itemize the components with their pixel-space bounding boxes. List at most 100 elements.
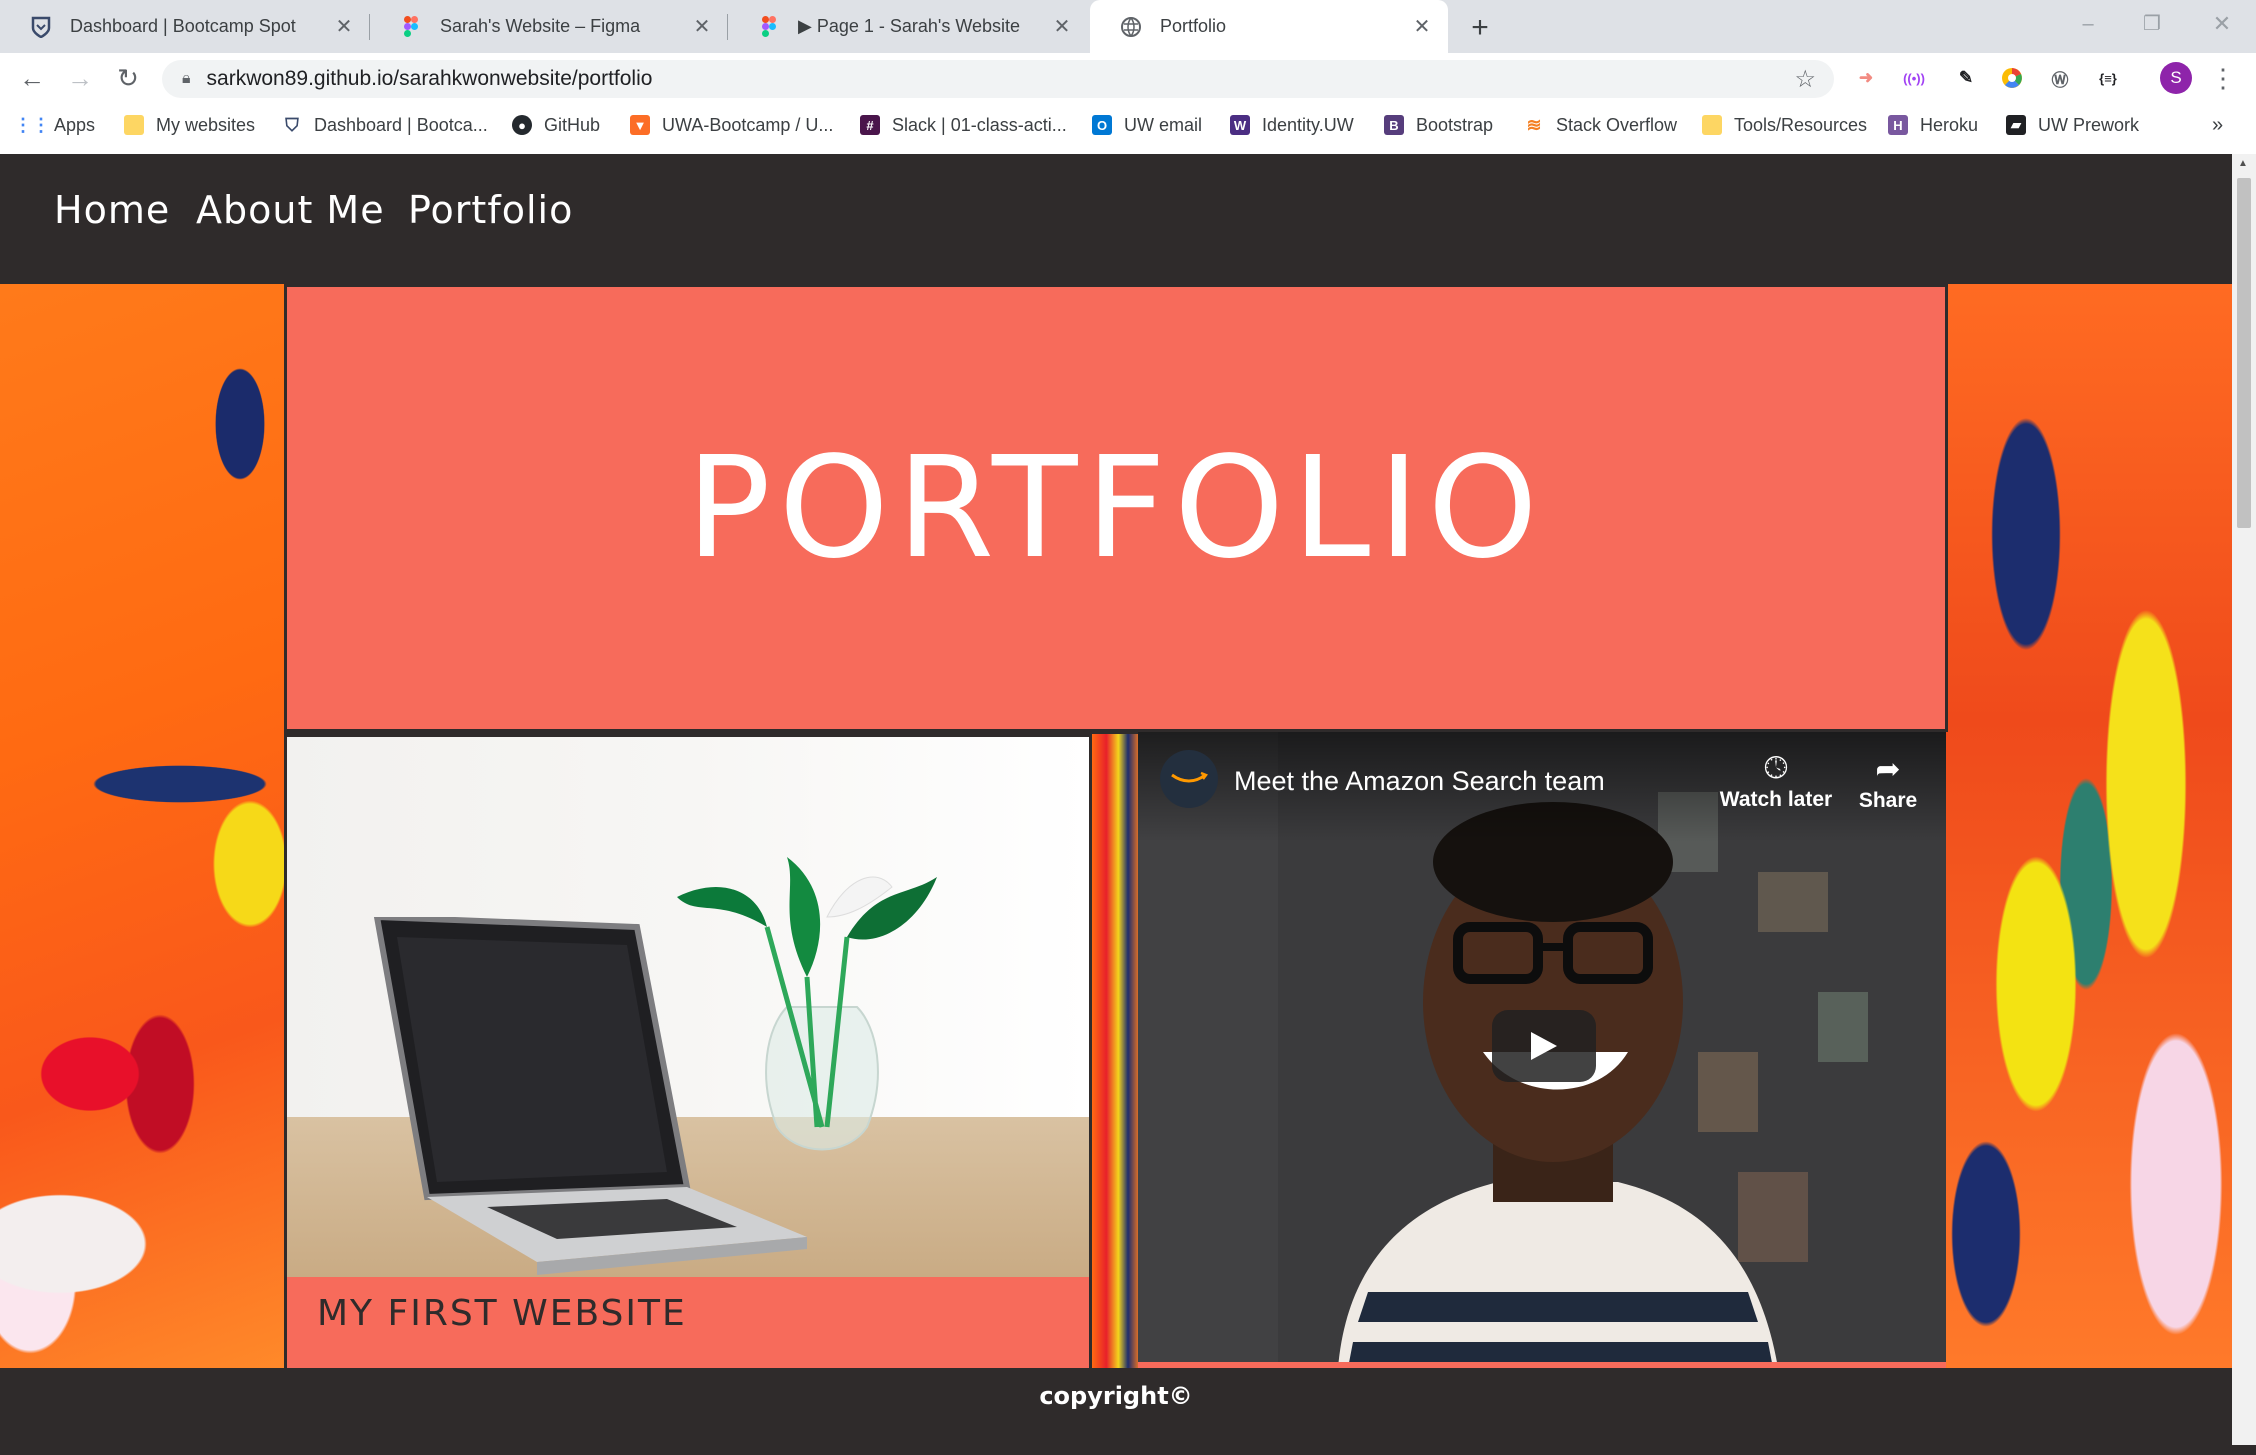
bookmark-label: Identity.UW	[1262, 114, 1354, 135]
clock-icon: 🕓︎	[1764, 752, 1788, 785]
folder-icon	[1702, 115, 1722, 135]
project-card[interactable]: MY FIRST WEBSITE	[284, 734, 1092, 1384]
tab-title: Portfolio	[1160, 16, 1227, 36]
close-tab-icon[interactable]: ✕	[330, 14, 358, 39]
extension-arrow-icon[interactable]: ➜	[1850, 62, 1882, 94]
youtube-embed[interactable]: Meet the Amazon Search team 🕓︎ Watch lat…	[1138, 732, 1946, 1368]
plant-vase-illustration	[677, 857, 937, 1151]
bookmark-bootstrap[interactable]: B Bootstrap	[1384, 110, 1493, 140]
uw-icon: W	[1230, 115, 1250, 135]
channel-avatar[interactable]	[1160, 750, 1218, 808]
bookmark-uw-prework[interactable]: ▰ UW Prework	[2006, 110, 2139, 140]
stackoverflow-icon: ≋	[1526, 114, 1542, 135]
tab-portfolio[interactable]: Portfolio ✕	[1090, 0, 1448, 53]
hero-banner: PORTFOLIO	[284, 284, 1948, 732]
bookmark-identity-uw[interactable]: W Identity.UW	[1230, 110, 1354, 140]
scrollbar-thumb[interactable]	[2237, 178, 2251, 528]
apps-grid-icon: ⋮⋮	[14, 114, 50, 135]
play-button[interactable]	[1492, 1010, 1596, 1082]
nav-portfolio-link[interactable]: Portfolio	[408, 188, 573, 232]
bookmark-my-websites[interactable]: My websites	[124, 110, 255, 140]
new-tab-button[interactable]: +	[1462, 10, 1498, 46]
bookmark-label: My websites	[156, 114, 256, 135]
profile-avatar[interactable]: S	[2160, 62, 2192, 94]
close-tab-icon[interactable]: ✕	[1408, 14, 1436, 39]
bookmark-gitlab[interactable]: ▼ UWA-Bootcamp / U...	[630, 110, 833, 140]
address-bar[interactable]: 🔒︎ sarkwon89.github.io/sarahkwonwebsite/…	[162, 60, 1834, 98]
heroku-icon: H	[1888, 115, 1908, 135]
figma-icon	[400, 15, 422, 38]
forward-button[interactable]: →	[60, 58, 100, 98]
play-icon	[1531, 1032, 1557, 1060]
close-tab-icon[interactable]: ✕	[688, 14, 716, 39]
bookmark-label: Tools/Resources	[1734, 114, 1868, 135]
share-label: Share	[1858, 789, 1918, 812]
extension-wordpress-icon[interactable]: Ⓦ	[2044, 62, 2076, 94]
page-viewport: Home About Me Portfolio PORTFOLIO MY FIR…	[0, 154, 2232, 1445]
figma-icon	[758, 15, 780, 38]
globe-icon	[1120, 16, 1142, 38]
paint-background-gap	[1092, 734, 1140, 1374]
tab-title: Sarah's Website – Figma	[440, 16, 641, 36]
site-navbar: Home About Me Portfolio	[0, 154, 2232, 284]
bookmark-tools[interactable]: Tools/Resources	[1702, 110, 1867, 140]
laptop-plant-photo	[287, 737, 1089, 1277]
share-arrow-icon: ➦	[1875, 753, 1901, 786]
bookmark-uw-email[interactable]: O UW email	[1092, 110, 1202, 140]
page-scrollbar[interactable]: ▲	[2232, 154, 2256, 1445]
bookmark-label: UWA-Bootcamp / U...	[662, 114, 834, 135]
bookmark-label: GitHub	[544, 114, 601, 135]
bookmark-label: Apps	[54, 114, 96, 135]
watch-later-button[interactable]: 🕓︎ Watch later	[1716, 752, 1836, 812]
bookmark-stack-overflow[interactable]: ≋ Stack Overflow	[1524, 110, 1677, 140]
restore-button[interactable]: ❐	[2134, 6, 2170, 42]
bookmark-heroku[interactable]: H Heroku	[1888, 110, 1978, 140]
amazon-smile-icon	[1171, 771, 1208, 783]
close-tab-icon[interactable]: ✕	[1048, 14, 1076, 39]
scroll-up-arrow-icon[interactable]: ▲	[2238, 158, 2248, 169]
back-button[interactable]: ←	[12, 58, 52, 98]
bookmark-label: UW Prework	[2038, 114, 2140, 135]
extension-eyedropper-icon[interactable]: ✎	[1950, 62, 1982, 94]
reload-button[interactable]: ↻	[108, 58, 148, 98]
tab-title: Dashboard | Bootcamp Spot	[70, 16, 296, 36]
page-title: PORTFOLIO	[686, 426, 1546, 590]
star-bookmark-icon[interactable]: ☆	[1794, 65, 1816, 94]
extension-colorwheel-icon[interactable]	[1996, 62, 2028, 94]
bookmark-label: Slack | 01-class-acti...	[892, 114, 1067, 135]
bootcamp-shield-icon	[30, 16, 52, 38]
share-button[interactable]: ➦ Share	[1848, 752, 1928, 813]
bookmark-apps[interactable]: ⋮⋮ Apps	[14, 110, 96, 140]
slack-icon: #	[860, 115, 880, 135]
bookmark-label: Stack Overflow	[1556, 114, 1678, 135]
bookmark-slack[interactable]: # Slack | 01-class-acti...	[860, 110, 1067, 140]
nav-home-link[interactable]: Home	[54, 188, 170, 232]
minimize-button[interactable]: –	[2070, 6, 2106, 42]
watch-later-label: Watch later	[1719, 788, 1833, 811]
site-footer: copyright©	[0, 1368, 2232, 1445]
tab-figma-page[interactable]: ▶ Page 1 - Sarah's Website ✕	[728, 0, 1088, 53]
copyright-text: copyright©	[1039, 1382, 1193, 1410]
bookmark-label: Dashboard | Bootca...	[314, 114, 488, 135]
lock-icon: 🔒︎	[182, 70, 191, 87]
bookmark-label: UW email	[1124, 114, 1203, 135]
tab-title: ▶ Page 1 - Sarah's Website	[798, 16, 1021, 36]
paint-background-right	[1946, 284, 2232, 1374]
extension-json-icon[interactable]: {≡}	[2092, 62, 2124, 94]
bookmark-dashboard[interactable]: ⛉ Dashboard | Bootca...	[282, 110, 488, 140]
video-title[interactable]: Meet the Amazon Search team	[1234, 766, 1605, 797]
browser-menu-icon[interactable]: ⋮	[2210, 62, 2236, 94]
bookmark-github[interactable]: ● GitHub	[512, 110, 600, 140]
outlook-icon: O	[1092, 115, 1112, 135]
folder-icon	[124, 115, 144, 135]
close-window-button[interactable]: ✕	[2204, 6, 2240, 42]
bookmark-label: Heroku	[1920, 114, 1979, 135]
tab-figma-website[interactable]: Sarah's Website – Figma ✕	[370, 0, 728, 53]
nav-about-link[interactable]: About Me	[196, 188, 385, 232]
bootstrap-icon: B	[1384, 115, 1404, 135]
extension-broadcast-icon[interactable]: ((•))	[1898, 62, 1930, 94]
url-text: sarkwon89.github.io/sarahkwonwebsite/por…	[206, 67, 653, 90]
bookmarks-overflow-icon[interactable]: »	[2212, 110, 2223, 140]
book-icon: ▰	[2006, 115, 2026, 135]
tab-dashboard[interactable]: Dashboard | Bootcamp Spot ✕	[0, 0, 370, 53]
